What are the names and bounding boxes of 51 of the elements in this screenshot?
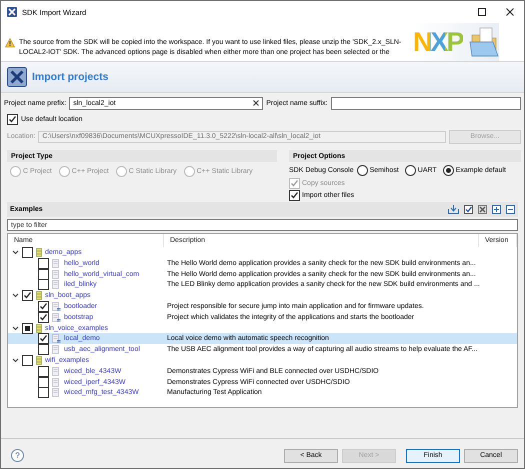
checkbox[interactable] [38,387,49,398]
uncheck-all-icon[interactable] [478,205,487,214]
warning-icon [5,38,15,48]
chevron-icon[interactable] [12,324,19,332]
file-icon [52,258,61,268]
checkbox[interactable] [22,322,33,334]
radio-button[interactable] [404,164,416,176]
checkbox[interactable] [22,290,33,302]
package-icon [36,324,42,333]
import-icon[interactable] [448,205,459,214]
help-button[interactable]: ? [11,449,24,462]
checkbox[interactable] [38,268,49,280]
file-icon [52,388,61,398]
checkbox[interactable] [38,312,49,323]
wizard-icon [7,67,27,87]
file-icon [52,345,61,354]
app-icon [7,7,17,17]
maximize-icon[interactable] [478,8,486,16]
checkbox[interactable] [22,354,33,366]
checkbox[interactable] [38,344,49,356]
file-icon [52,270,61,279]
checkbox[interactable] [38,333,49,344]
page-title: Import projects [32,71,108,83]
file-icon [52,334,61,344]
collapse-all-icon[interactable] [506,205,515,214]
checkbox[interactable] [7,114,18,124]
file-icon [52,280,61,290]
checkbox[interactable] [38,300,49,312]
clear-icon[interactable] [253,100,260,106]
file-icon [52,378,61,387]
package-icon [36,248,42,257]
radio-button[interactable] [356,164,368,176]
checkbox[interactable] [38,258,49,269]
checkbox[interactable] [38,279,49,290]
checkbox[interactable] [38,366,49,377]
checkbox[interactable] [289,190,300,200]
checkbox[interactable] [38,376,49,388]
expand-all-icon[interactable] [492,205,501,214]
check-all-icon[interactable] [464,205,473,214]
suffix-field[interactable] [330,96,521,110]
chevron-icon[interactable] [12,356,19,364]
checkbox[interactable] [22,247,33,258]
package-icon [36,356,42,365]
file-icon [52,366,61,376]
close-icon[interactable] [506,8,514,16]
chevron-icon[interactable] [12,292,19,300]
radio-button[interactable] [442,164,454,176]
chevron-icon[interactable] [12,249,19,256]
package-icon [36,291,42,300]
file-icon [52,302,61,311]
file-icon [52,312,61,322]
